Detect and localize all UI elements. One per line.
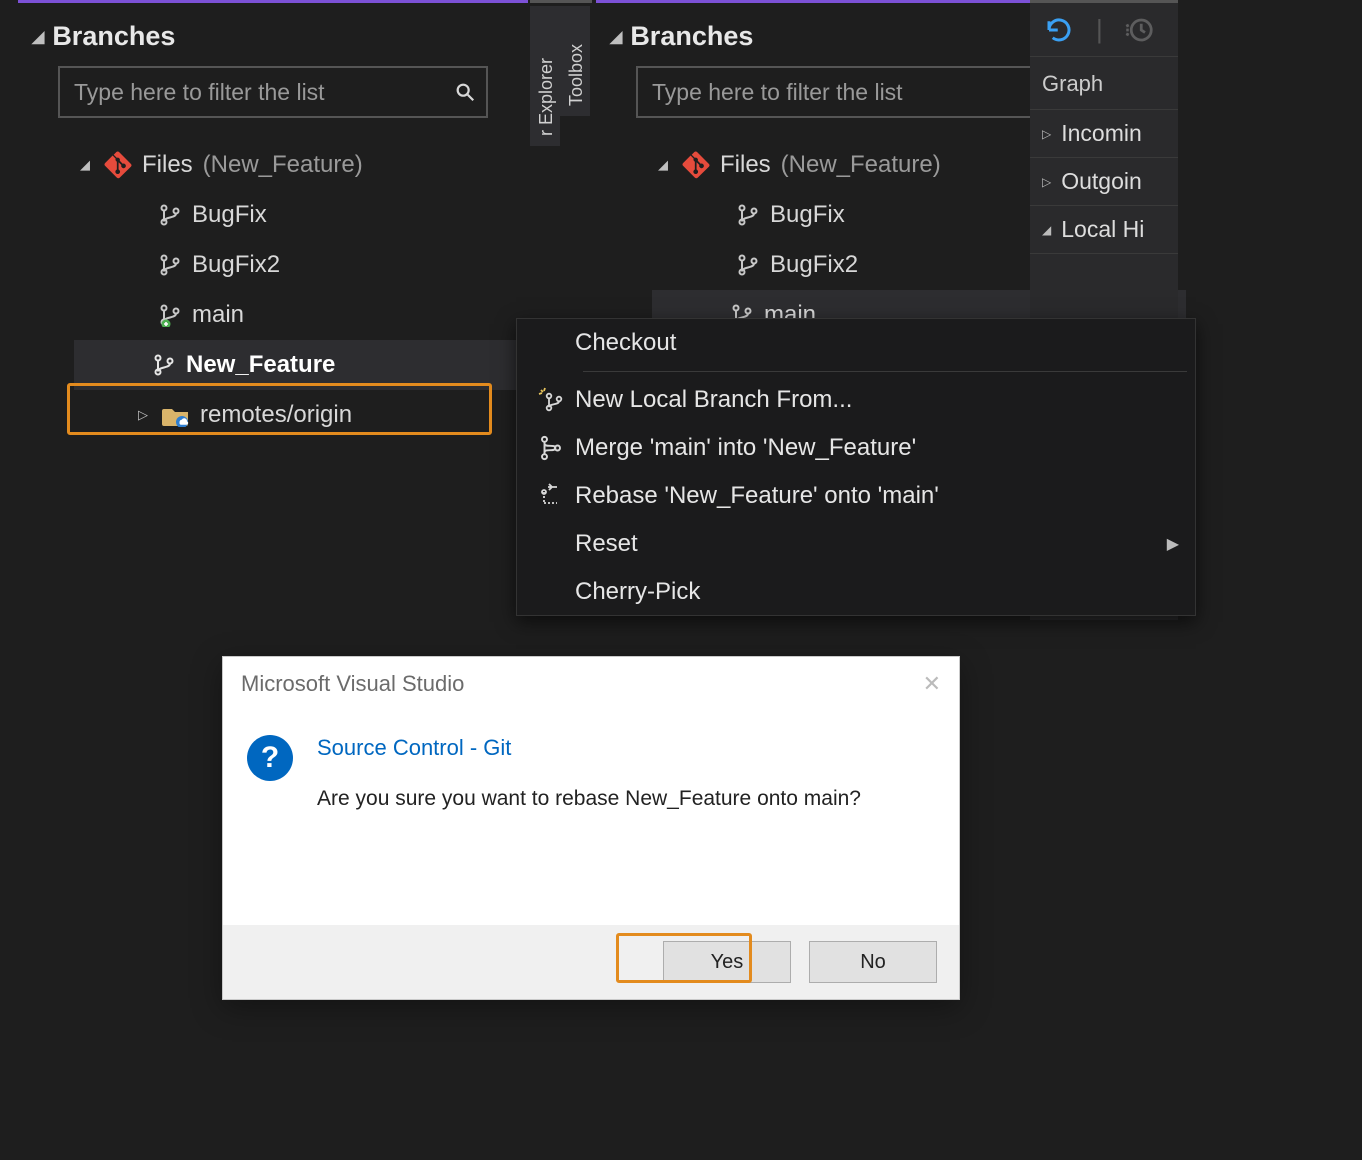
dialog-heading: Source Control - Git <box>317 735 861 761</box>
branches-panel-left: ◢ Branches ◢ Files (New_Feature) BugFix … <box>18 0 528 620</box>
remotes-row[interactable]: ▷ remotes/origin <box>80 390 528 440</box>
separator <box>583 371 1187 372</box>
dialog-text: Source Control - Git Are you sure you wa… <box>317 735 861 811</box>
branch-label: BugFix2 <box>770 251 858 279</box>
graph-label: Incomin <box>1061 120 1142 147</box>
branch-main[interactable]: main <box>80 290 528 340</box>
tab-toolbox[interactable]: Toolbox <box>560 6 590 116</box>
graph-header: Graph <box>1030 57 1178 110</box>
repo-label: Files <box>142 151 193 179</box>
branch-label: main <box>192 301 244 329</box>
expand-icon: ▷ <box>1042 175 1051 189</box>
current-branch: (New_Feature) <box>781 151 941 179</box>
branch-tree: ◢ Files (New_Feature) BugFix BugFix2 mai… <box>18 136 528 444</box>
ctx-cherry-pick[interactable]: Cherry-Pick <box>517 568 1195 616</box>
branch-label: BugFix <box>770 201 845 229</box>
dialog-title: Microsoft Visual Studio <box>241 671 464 697</box>
ctx-label: Merge 'main' into 'New_Feature' <box>575 434 916 462</box>
confirm-dialog: Microsoft Visual Studio ✕ ? Source Contr… <box>222 656 960 1000</box>
branch-icon <box>736 253 760 277</box>
ctx-label: Rebase 'New_Feature' onto 'main' <box>575 482 939 510</box>
ctx-label: New Local Branch From... <box>575 386 852 414</box>
collapse-icon: ◢ <box>1042 223 1051 237</box>
repo-label: Files <box>720 151 771 179</box>
branch-label: BugFix <box>192 201 267 229</box>
repo-row[interactable]: ◢ Files (New_Feature) <box>80 140 528 190</box>
collapse-icon: ◢ <box>658 157 672 173</box>
ctx-label: Reset <box>575 530 638 558</box>
branches-title: Branches <box>630 21 753 52</box>
branch-main-icon <box>158 303 182 327</box>
tab-server-explorer[interactable]: r Explorer <box>530 6 560 146</box>
dialog-titlebar: Microsoft Visual Studio ✕ <box>223 657 959 707</box>
graph-outgoing[interactable]: ▷ Outgoin <box>1030 158 1178 206</box>
graph-toolbar: | <box>1030 3 1178 57</box>
expand-icon: ▷ <box>1042 127 1051 141</box>
branches-title: Branches <box>52 21 175 52</box>
ctx-new-branch[interactable]: New Local Branch From... <box>517 376 1195 424</box>
merge-icon <box>527 435 575 461</box>
collapse-icon: ◢ <box>32 27 44 47</box>
graph-label: Outgoin <box>1061 168 1142 195</box>
dialog-message: Are you sure you want to rebase New_Feat… <box>317 787 861 811</box>
current-branch: (New_Feature) <box>203 151 363 179</box>
graph-incoming[interactable]: ▷ Incomin <box>1030 110 1178 158</box>
ctx-checkout[interactable]: Checkout <box>517 319 1195 367</box>
submenu-arrow-icon: ▶ <box>1167 534 1179 554</box>
ctx-label: Checkout <box>575 329 676 357</box>
graph-label: Local Hi <box>1061 216 1144 243</box>
ctx-merge[interactable]: Merge 'main' into 'New_Feature' <box>517 424 1195 472</box>
search-icon[interactable] <box>454 81 476 103</box>
git-icon <box>104 151 132 179</box>
branch-label: BugFix2 <box>192 251 280 279</box>
close-icon[interactable]: ✕ <box>923 671 941 697</box>
divider: | <box>1096 14 1103 45</box>
branch-icon <box>158 253 182 277</box>
refresh-icon[interactable] <box>1044 15 1074 45</box>
branch-new-feature[interactable]: New_Feature <box>74 340 536 390</box>
branch-icon <box>736 203 760 227</box>
dialog-body: ? Source Control - Git Are you sure you … <box>223 707 959 811</box>
dialog-footer: Yes No <box>223 925 959 999</box>
filter-box[interactable] <box>58 66 488 118</box>
branch-bugfix2[interactable]: BugFix2 <box>80 240 528 290</box>
branch-context-menu: Checkout New Local Branch From... Merge … <box>516 318 1196 616</box>
rebase-icon <box>527 483 575 509</box>
branch-label: New_Feature <box>186 351 335 379</box>
history-icon[interactable] <box>1125 15 1155 45</box>
git-icon <box>682 151 710 179</box>
ctx-rebase[interactable]: Rebase 'New_Feature' onto 'main' <box>517 472 1195 520</box>
expand-icon: ▷ <box>138 407 152 423</box>
folder-cloud-icon <box>162 403 190 427</box>
collapse-icon: ◢ <box>610 27 622 47</box>
sparkle-branch-icon <box>527 386 575 414</box>
branch-bugfix[interactable]: BugFix <box>80 190 528 240</box>
branch-icon <box>152 353 176 377</box>
branches-header[interactable]: ◢ Branches <box>18 3 528 66</box>
ctx-label: Cherry-Pick <box>575 578 700 606</box>
filter-input[interactable] <box>74 79 454 106</box>
remotes-label: remotes/origin <box>200 401 352 429</box>
branch-icon <box>158 203 182 227</box>
collapse-icon: ◢ <box>80 157 94 173</box>
ctx-reset[interactable]: Reset ▶ <box>517 520 1195 568</box>
yes-button[interactable]: Yes <box>663 941 791 983</box>
graph-local-history[interactable]: ◢ Local Hi <box>1030 206 1178 254</box>
side-tool-tabs: r Explorer Toolbox <box>530 0 592 300</box>
no-button[interactable]: No <box>809 941 937 983</box>
question-icon: ? <box>247 735 293 781</box>
